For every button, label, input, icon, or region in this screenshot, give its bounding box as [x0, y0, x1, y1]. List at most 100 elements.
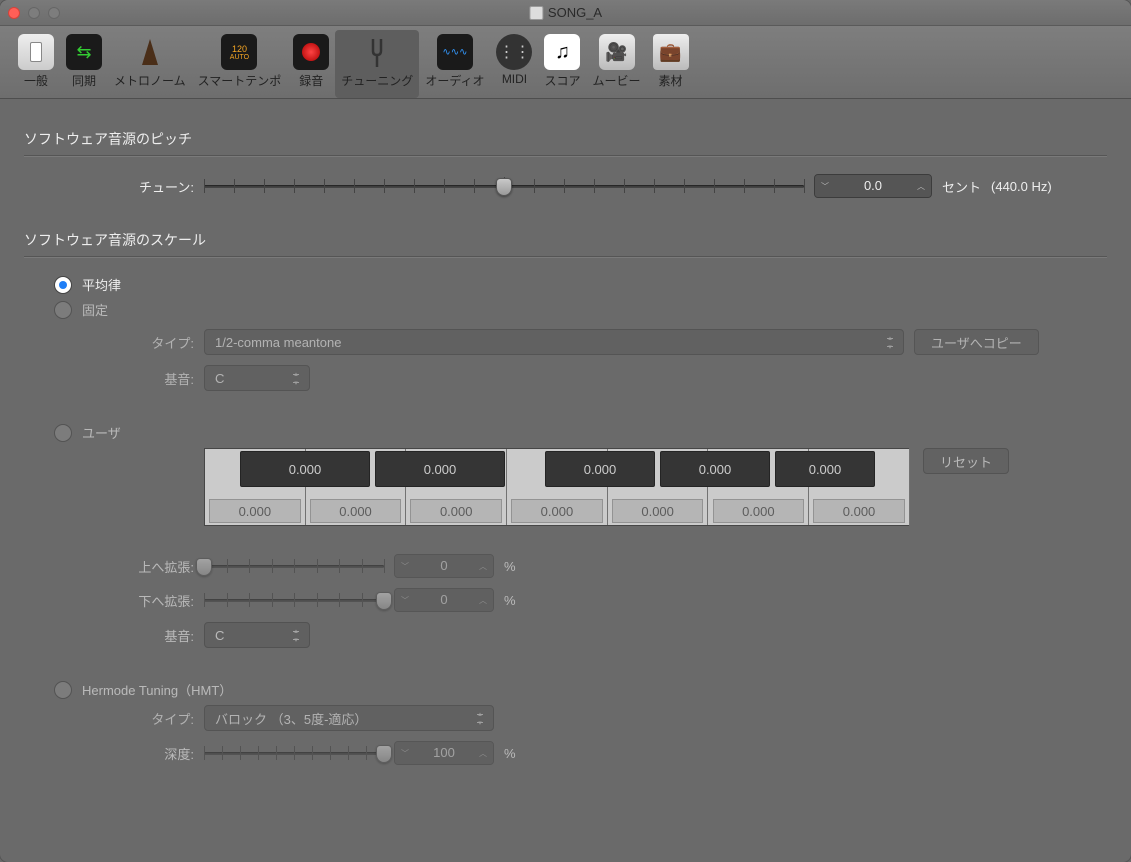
- stretch-down-value: 0: [415, 589, 473, 611]
- stretch-down-slider[interactable]: [204, 589, 384, 611]
- tuning-keyboard[interactable]: 0.000 0.000 0.000 0.000 0.000 0.000 0.00…: [204, 448, 909, 526]
- tab-metronome[interactable]: メトロノーム: [108, 30, 192, 98]
- tab-sync[interactable]: ⇆ 同期: [60, 30, 108, 98]
- user-root-select[interactable]: C ▴▾: [204, 622, 310, 648]
- titlebar: SONG_A: [0, 0, 1131, 26]
- tab-tuning-label: チューニング: [341, 72, 413, 89]
- tab-audio[interactable]: ∿∿∿ オーディオ: [419, 30, 490, 98]
- stepper-increment[interactable]: ︿: [473, 742, 493, 764]
- copy-to-user-button[interactable]: ユーザへコピー: [914, 329, 1039, 355]
- black-key-cs[interactable]: 0.000: [240, 451, 370, 487]
- user-radio[interactable]: ユーザ: [24, 423, 1107, 442]
- stepper-decrement[interactable]: ﹀: [395, 589, 415, 611]
- hmt-depth-label: 深度:: [24, 744, 204, 763]
- fixed-radio[interactable]: 固定: [24, 300, 1107, 319]
- stepper-increment[interactable]: ︿: [473, 555, 493, 577]
- tune-slider[interactable]: [204, 175, 804, 197]
- hmt-type-value: バロック （3、5度-適応）: [215, 709, 367, 728]
- white-key-b[interactable]: 0.000: [813, 499, 905, 523]
- tab-general-label: 一般: [24, 72, 48, 89]
- tab-general[interactable]: 一般: [12, 30, 60, 98]
- tune-stepper[interactable]: ﹀ 0.0 ︿: [814, 174, 932, 198]
- user-root-value: C: [215, 628, 224, 643]
- briefcase-icon: 💼: [653, 34, 689, 70]
- radio-icon: [54, 301, 72, 319]
- tab-score[interactable]: ♫ スコア: [538, 30, 586, 98]
- stretch-down-stepper[interactable]: ﹀ 0 ︿: [394, 588, 494, 612]
- radio-icon: [54, 681, 72, 699]
- section-pitch-title: ソフトウェア音源のピッチ: [24, 129, 1107, 149]
- tab-score-label: スコア: [544, 72, 580, 89]
- tab-smart-tempo[interactable]: 120AUTO スマートテンポ: [192, 30, 288, 98]
- fixed-root-label: 基音:: [24, 369, 204, 388]
- hmt-depth-value: 100: [415, 742, 473, 764]
- tab-midi[interactable]: ⋮⋮ MIDI: [490, 30, 538, 98]
- camera-icon: 🎥: [599, 34, 635, 70]
- tab-smart-tempo-label: スマートテンポ: [198, 72, 282, 89]
- score-icon: ♫: [544, 34, 580, 70]
- tab-midi-label: MIDI: [502, 72, 527, 86]
- tune-hz: (440.0 Hz): [991, 179, 1052, 194]
- divider: [24, 155, 1107, 156]
- fixed-root-select[interactable]: C ▴▾: [204, 365, 310, 391]
- equal-temperament-radio[interactable]: 平均律: [24, 275, 1107, 294]
- black-key-fs[interactable]: 0.000: [545, 451, 655, 487]
- white-key-f[interactable]: 0.000: [511, 499, 603, 523]
- tab-record[interactable]: 録音: [287, 30, 335, 98]
- stepper-decrement[interactable]: ﹀: [395, 555, 415, 577]
- equal-label: 平均律: [82, 275, 121, 294]
- hmt-label: Hermode Tuning（HMT）: [82, 680, 232, 699]
- percent-unit: %: [504, 746, 516, 761]
- tab-audio-label: オーディオ: [425, 72, 484, 89]
- hmt-depth-slider[interactable]: [204, 742, 384, 764]
- fixed-type-label: タイプ:: [24, 333, 204, 352]
- tab-record-label: 録音: [299, 72, 323, 89]
- document-icon: [529, 6, 543, 20]
- close-window-button[interactable]: [8, 7, 20, 19]
- hmt-depth-stepper[interactable]: ﹀ 100 ︿: [394, 741, 494, 765]
- preferences-window: SONG_A 一般 ⇆ 同期 メトロノーム 120AUTO スマートテンポ 録音…: [0, 0, 1131, 862]
- toolbar: 一般 ⇆ 同期 メトロノーム 120AUTO スマートテンポ 録音 チューニング…: [0, 26, 1131, 99]
- fixed-label: 固定: [82, 300, 108, 319]
- minimize-window-button[interactable]: [28, 7, 40, 19]
- tab-tuning[interactable]: チューニング: [335, 30, 419, 98]
- record-icon: [302, 43, 320, 61]
- black-key-gs[interactable]: 0.000: [660, 451, 770, 487]
- stretch-down-label: 下へ拡張:: [24, 591, 204, 610]
- tab-movie[interactable]: 🎥 ムービー: [587, 30, 647, 98]
- reset-button[interactable]: リセット: [923, 448, 1009, 474]
- stepper-increment[interactable]: ︿: [473, 589, 493, 611]
- section-scale-title: ソフトウェア音源のスケール: [24, 230, 1107, 250]
- content-area: ソフトウェア音源のピッチ チューン: ﹀ 0.0 ︿ セント (440.0 Hz…: [0, 99, 1131, 799]
- hmt-type-select[interactable]: バロック （3、5度-適応） ▴▾: [204, 705, 494, 731]
- window-controls: [8, 7, 60, 19]
- stepper-decrement[interactable]: ﹀: [395, 742, 415, 764]
- window-title: SONG_A: [529, 5, 602, 20]
- metronome-icon: [132, 34, 168, 70]
- hmt-type-label: タイプ:: [24, 709, 204, 728]
- white-key-g[interactable]: 0.000: [612, 499, 704, 523]
- tune-unit: セント: [942, 177, 981, 196]
- black-key-ds[interactable]: 0.000: [375, 451, 505, 487]
- midi-icon: ⋮⋮: [496, 34, 532, 70]
- white-key-a[interactable]: 0.000: [713, 499, 805, 523]
- zoom-window-button[interactable]: [48, 7, 60, 19]
- percent-unit: %: [504, 559, 516, 574]
- stretch-up-stepper[interactable]: ﹀ 0 ︿: [394, 554, 494, 578]
- tune-label: チューン:: [24, 177, 204, 196]
- stepper-decrement[interactable]: ﹀: [815, 175, 835, 197]
- white-key-e[interactable]: 0.000: [410, 499, 502, 523]
- tab-assets-label: 素材: [659, 72, 683, 89]
- tune-value: 0.0: [835, 175, 911, 197]
- user-root-label: 基音:: [24, 626, 204, 645]
- white-key-c[interactable]: 0.000: [209, 499, 301, 523]
- tab-assets[interactable]: 💼 素材: [647, 30, 695, 98]
- hmt-radio[interactable]: Hermode Tuning（HMT）: [24, 680, 1107, 699]
- stretch-up-label: 上へ拡張:: [24, 557, 204, 576]
- fixed-type-select[interactable]: 1/2-comma meantone ▴▾: [204, 329, 904, 355]
- radio-icon: [54, 276, 72, 294]
- stretch-up-slider[interactable]: [204, 555, 384, 577]
- white-key-d[interactable]: 0.000: [310, 499, 402, 523]
- black-key-as[interactable]: 0.000: [775, 451, 875, 487]
- stepper-increment[interactable]: ︿: [911, 175, 931, 197]
